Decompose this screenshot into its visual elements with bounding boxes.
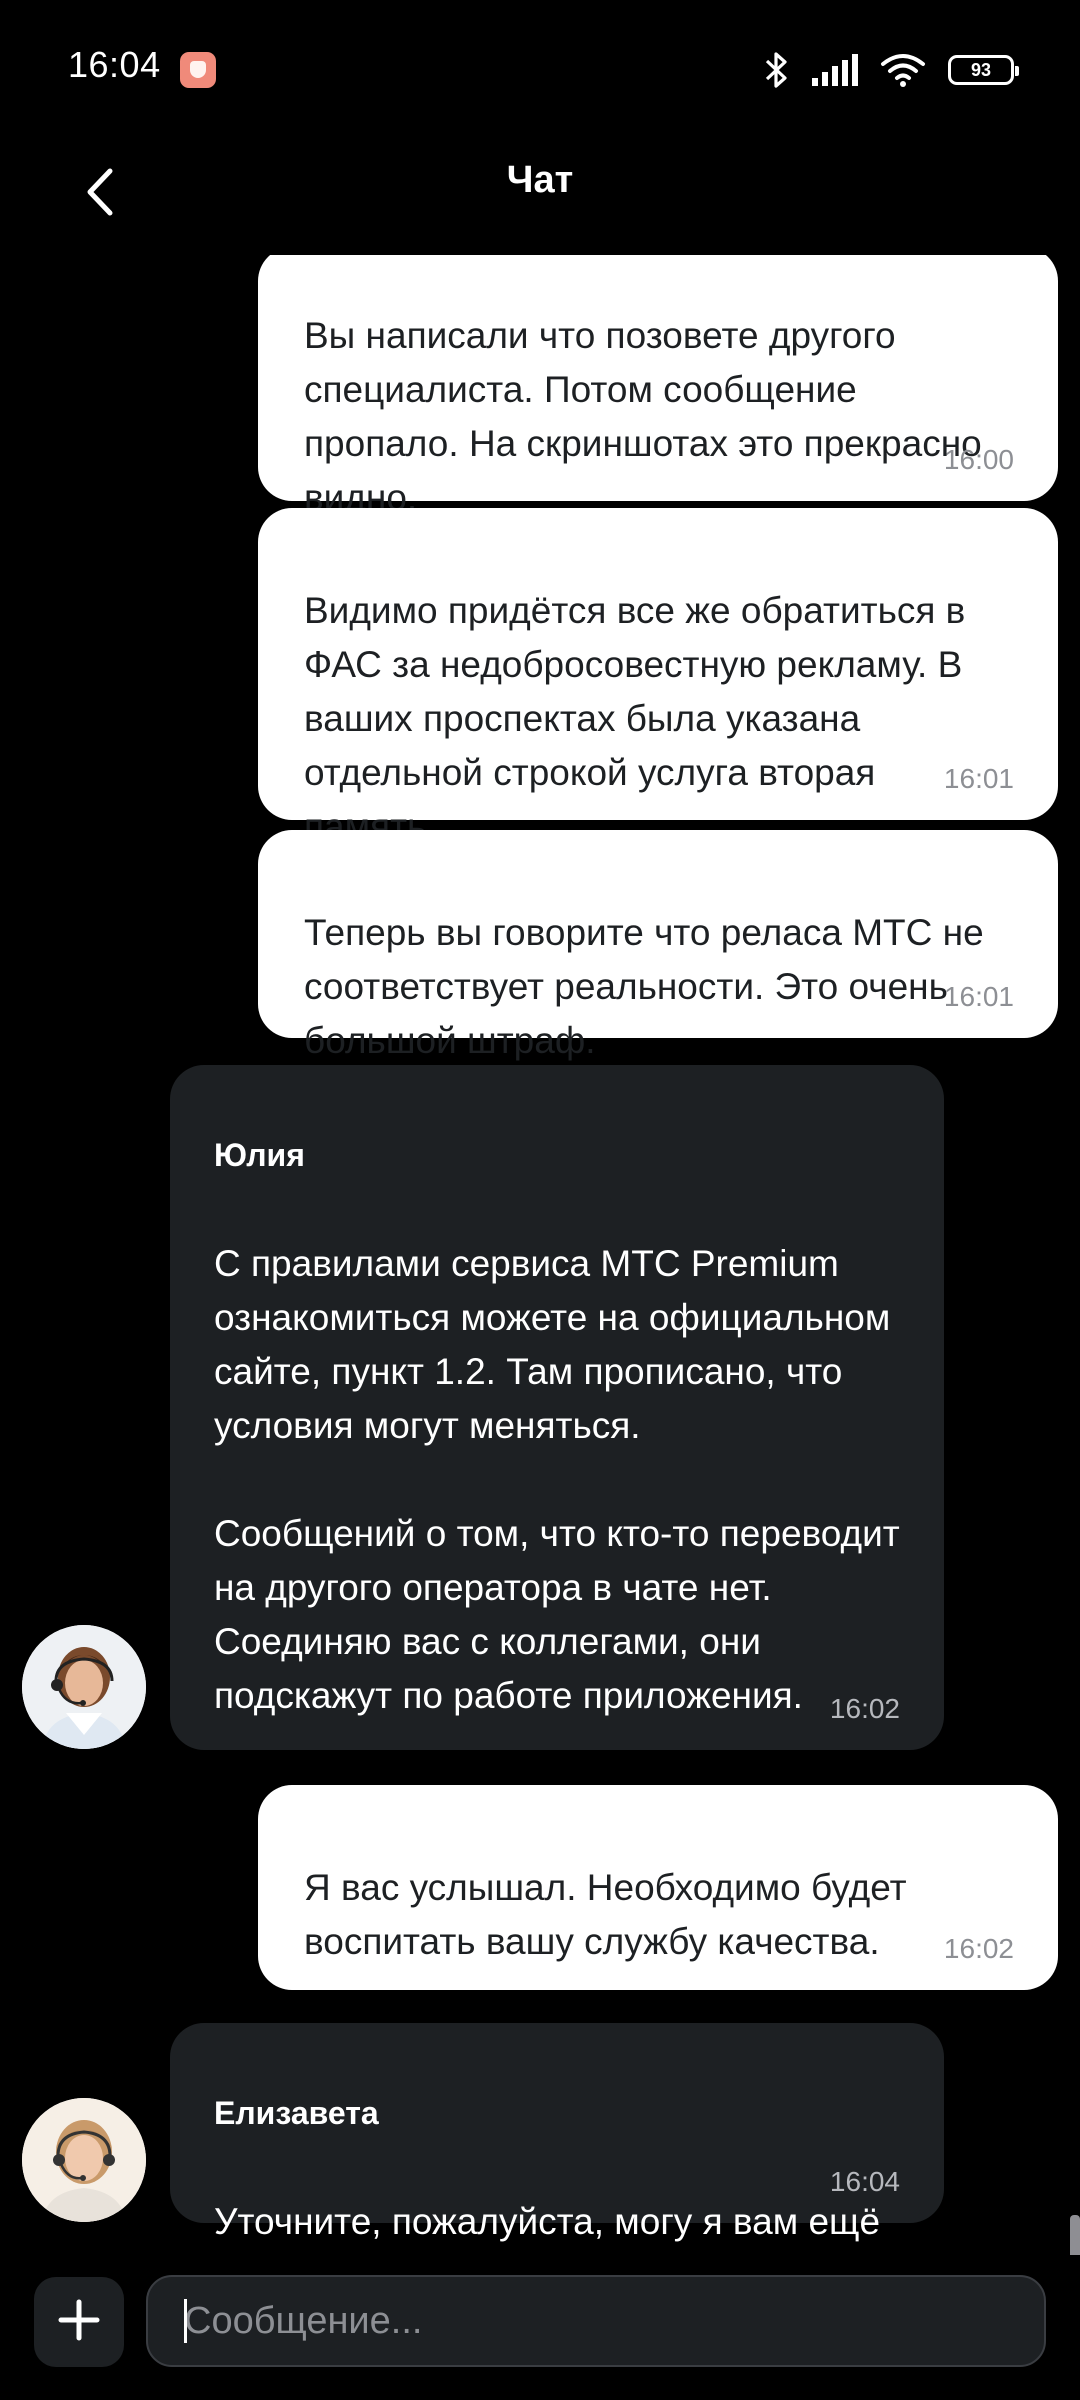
message-incoming[interactable]: Юлия С правилами сервиса МТС Premium озн… — [170, 1065, 944, 1750]
message-time: 16:01 — [943, 981, 1014, 1012]
message-outgoing[interactable]: Видимо придётся все же обратиться в ФАС … — [258, 508, 1058, 847]
message-sender: Елизавета — [214, 2095, 379, 2131]
status-bar: 16:04 93 — [0, 0, 1080, 140]
message-text: Я вас услышал. Необходимо будет воспитат… — [304, 1867, 907, 1962]
text-caret — [184, 2299, 187, 2343]
wifi-icon — [880, 53, 926, 87]
message-text: Вы написали что позовете другого специал… — [304, 315, 982, 518]
message-input[interactable] — [146, 2275, 1046, 2367]
operator-avatar[interactable] — [22, 1625, 146, 1749]
plus-icon — [57, 2298, 101, 2347]
message-text: Теперь вы говорите что реласа МТС не соо… — [304, 912, 984, 1061]
message-incoming[interactable]: Елизавета Уточните, пожалуйста, могу я в… — [170, 2023, 944, 2242]
operator-avatar[interactable] — [22, 2098, 146, 2222]
page-title: Чат — [506, 159, 574, 201]
message-sender: Юлия — [214, 1137, 305, 1173]
add-attachment-button[interactable] — [34, 2277, 124, 2367]
message-time: 16:01 — [943, 763, 1014, 794]
battery-level: 93 — [970, 59, 992, 80]
message-text: Видимо придётся все же обратиться в ФАС … — [304, 590, 966, 847]
chat-messages[interactable]: Вы написали что позовете другого специал… — [0, 255, 1080, 2255]
message-text: С правилами сервиса МТС Premium ознакоми… — [214, 1243, 900, 1716]
message-time: 16:00 — [943, 444, 1014, 475]
chat-header: Чат — [0, 140, 1080, 260]
scrollbar[interactable] — [1070, 2215, 1080, 2255]
message-time: 16:02 — [829, 1693, 900, 1724]
bluetooth-icon — [764, 50, 790, 90]
message-text: Уточните, пожалуйста, могу я вам ещё что… — [214, 2201, 881, 2242]
message-time: 16:02 — [943, 1933, 1014, 1964]
message-composer — [0, 2255, 1080, 2400]
message-outgoing[interactable]: Теперь вы говорите что реласа МТС не соо… — [258, 830, 1058, 1061]
message-outgoing[interactable]: Вы написали что позовете другого специал… — [258, 255, 1058, 518]
message-time: 16:04 — [829, 2166, 900, 2197]
status-icons: 93 — [764, 48, 1019, 92]
notification-app-icon — [180, 52, 216, 88]
battery-icon: 93 — [948, 55, 1019, 85]
message-outgoing[interactable]: Я вас услышал. Необходимо будет воспитат… — [258, 1785, 1058, 1990]
signal-icon — [812, 54, 858, 86]
status-time: 16:04 — [68, 44, 161, 85]
